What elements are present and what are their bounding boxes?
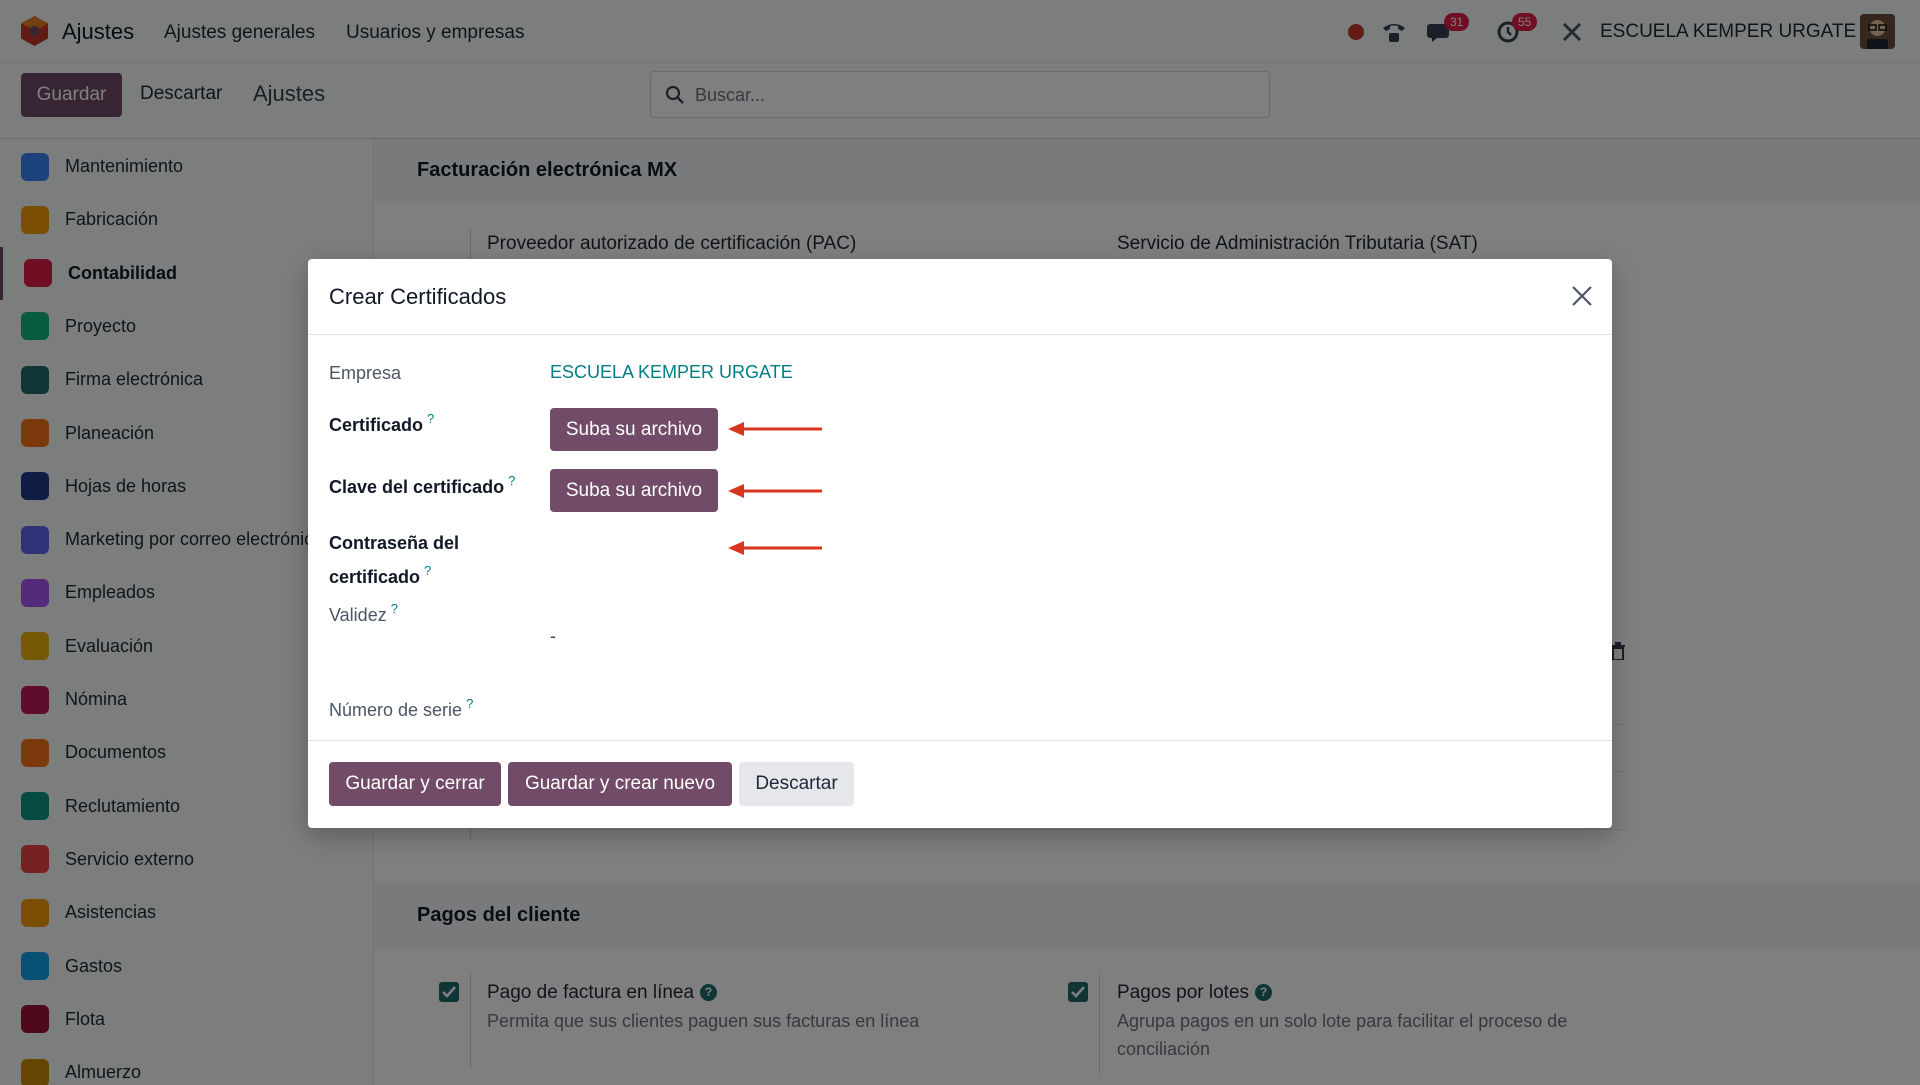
company-label: Empresa xyxy=(329,363,402,383)
annotation-arrow xyxy=(728,484,822,498)
help-mark[interactable]: ? xyxy=(427,411,434,426)
password-label: Contraseña del certificado? xyxy=(329,529,459,591)
certificate-label: Certificado? xyxy=(329,405,434,439)
modal-header: Crear Certificados xyxy=(308,259,1612,335)
serial-number-label: Número de serie? xyxy=(329,690,473,724)
modal-footer: Guardar y cerrar Guardar y crear nuevo D… xyxy=(308,740,1612,828)
certificate-key-label: Clave del certificado? xyxy=(329,467,515,501)
company-link[interactable]: ESCUELA KEMPER URGATE xyxy=(550,362,793,383)
modal-discard-button[interactable]: Descartar xyxy=(739,762,854,806)
create-certificates-dialog: Crear Certificados Empresa ESCUELA KEMPE… xyxy=(308,259,1612,828)
password-label-line2: certificado xyxy=(329,567,421,587)
help-mark[interactable]: ? xyxy=(466,696,473,711)
validity-label-text: Validez xyxy=(329,605,387,625)
certificate-label-text: Certificado xyxy=(329,415,424,435)
modal-title: Crear Certificados xyxy=(329,284,507,309)
serial-number-label-text: Número de serie xyxy=(329,700,463,720)
annotation-arrow xyxy=(728,422,822,436)
upload-key-button[interactable]: Suba su archivo xyxy=(550,469,718,512)
validity-value: - xyxy=(550,626,556,646)
annotation-arrow xyxy=(728,541,822,555)
upload-certificate-button[interactable]: Suba su archivo xyxy=(550,408,718,451)
help-mark[interactable]: ? xyxy=(424,563,431,578)
help-mark[interactable]: ? xyxy=(391,601,398,616)
save-and-close-button[interactable]: Guardar y cerrar xyxy=(329,762,501,806)
save-and-new-button[interactable]: Guardar y crear nuevo xyxy=(508,762,732,806)
password-label-line1: Contraseña del xyxy=(329,533,460,553)
validity-label: Validez? xyxy=(329,595,398,629)
close-icon[interactable] xyxy=(1568,282,1596,310)
certificate-key-label-text: Clave del certificado xyxy=(329,477,505,497)
help-mark[interactable]: ? xyxy=(508,473,515,488)
